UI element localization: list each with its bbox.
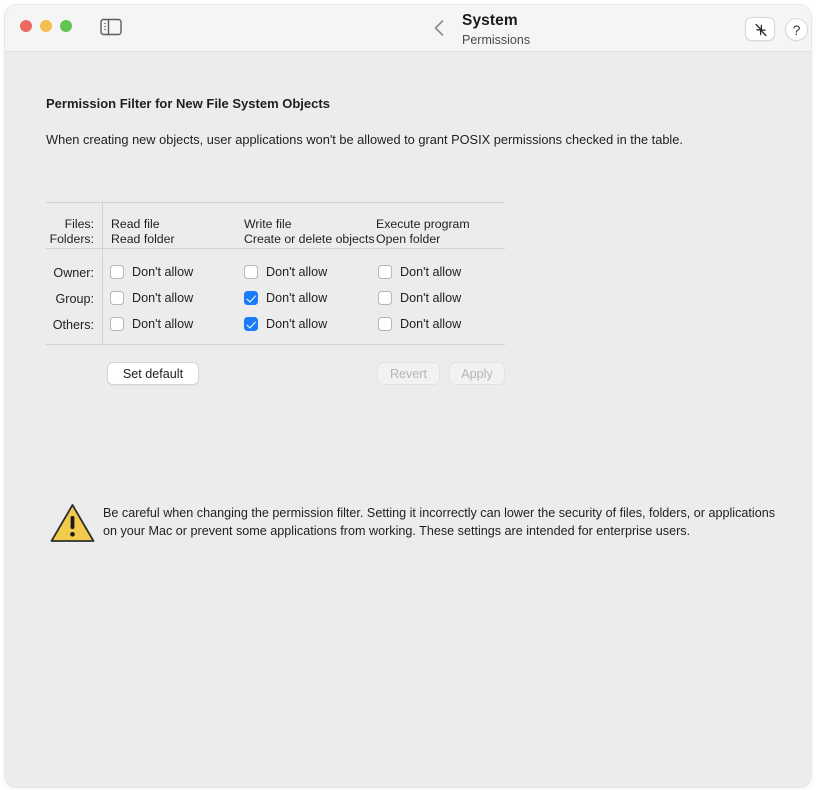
checkbox-label: Don't allow: [400, 317, 462, 331]
checkbox-label: Don't allow: [266, 291, 328, 305]
section-title: Permission Filter for New File System Ob…: [46, 96, 330, 111]
checkbox-others-read[interactable]: Don't allow: [110, 317, 193, 331]
page-title: System: [462, 12, 518, 29]
table-header-divider: [46, 248, 505, 249]
table-bottom-divider: [46, 344, 505, 345]
close-window-button[interactable]: [20, 20, 32, 32]
window-title-block: System Permissions: [462, 11, 712, 48]
action-button-row: Set default Revert Apply: [46, 362, 505, 386]
checkbox-box[interactable]: [378, 265, 392, 279]
minimize-window-button[interactable]: [40, 20, 52, 32]
page-subtitle: Permissions: [462, 33, 531, 47]
column-header-write: Write file Create or delete objects: [244, 217, 375, 246]
checkbox-label: Don't allow: [266, 317, 328, 331]
checkbox-box[interactable]: [378, 291, 392, 305]
window-titlebar: System Permissions ?: [5, 5, 811, 52]
warning-text: Be careful when changing the permission …: [103, 506, 775, 538]
corner-header-folders: Folders:: [49, 231, 94, 246]
sidebar-toggle-icon[interactable]: [100, 18, 122, 36]
help-button[interactable]: ?: [785, 18, 808, 41]
column-header-read: Read file Read folder: [111, 217, 175, 246]
row-label-group: Group:: [55, 292, 94, 306]
table-top-divider: [46, 202, 505, 203]
section-description: When creating new objects, user applicat…: [46, 132, 683, 147]
settings-content: Permission Filter for New File System Ob…: [5, 52, 811, 787]
column-header-read-file: Read file: [111, 217, 160, 231]
checkbox-label: Don't allow: [132, 291, 194, 305]
row-label-owner: Owner:: [53, 266, 94, 280]
checkbox-label: Don't allow: [400, 265, 462, 279]
column-header-write-folder: Create or delete objects: [244, 231, 375, 246]
apply-button[interactable]: Apply: [449, 362, 505, 385]
table-column-divider: [102, 202, 103, 344]
checkbox-label: Don't allow: [400, 291, 462, 305]
checkbox-box[interactable]: [110, 265, 124, 279]
warning-triangle-icon: [49, 502, 96, 544]
column-header-read-folder: Read folder: [111, 231, 175, 246]
corner-header-files: Files:: [64, 217, 94, 231]
row-label-others: Others:: [52, 318, 94, 332]
checkbox-box[interactable]: [110, 291, 124, 305]
set-default-button[interactable]: Set default: [107, 362, 199, 385]
checkbox-owner-read[interactable]: Don't allow: [110, 265, 193, 279]
checkbox-box[interactable]: [378, 317, 392, 331]
checkbox-others-write[interactable]: Don't allow: [244, 317, 327, 331]
collapse-arrows-icon[interactable]: [745, 17, 775, 41]
zoom-window-button[interactable]: [60, 20, 72, 32]
settings-window: System Permissions ? Permission Filter f…: [5, 5, 811, 787]
checkbox-others-execute[interactable]: Don't allow: [378, 317, 461, 331]
column-header-execute-folder: Open folder: [376, 231, 441, 246]
table-corner-header: Files: Folders:: [46, 217, 94, 246]
checkbox-box[interactable]: [244, 291, 258, 305]
column-header-execute-file: Execute program: [376, 217, 470, 231]
checkbox-group-write[interactable]: Don't allow: [244, 291, 327, 305]
back-button[interactable]: [432, 18, 448, 38]
checkbox-label: Don't allow: [266, 265, 328, 279]
checkbox-owner-write[interactable]: Don't allow: [244, 265, 327, 279]
column-header-write-file: Write file: [244, 217, 292, 231]
column-header-execute: Execute program Open folder: [376, 217, 470, 246]
checkbox-box[interactable]: [110, 317, 124, 331]
checkbox-label: Don't allow: [132, 317, 194, 331]
checkbox-group-read[interactable]: Don't allow: [110, 291, 193, 305]
checkbox-group-execute[interactable]: Don't allow: [378, 291, 461, 305]
checkbox-label: Don't allow: [132, 265, 194, 279]
checkbox-box[interactable]: [244, 317, 258, 331]
checkbox-box[interactable]: [244, 265, 258, 279]
revert-button[interactable]: Revert: [377, 362, 440, 385]
checkbox-owner-execute[interactable]: Don't allow: [378, 265, 461, 279]
